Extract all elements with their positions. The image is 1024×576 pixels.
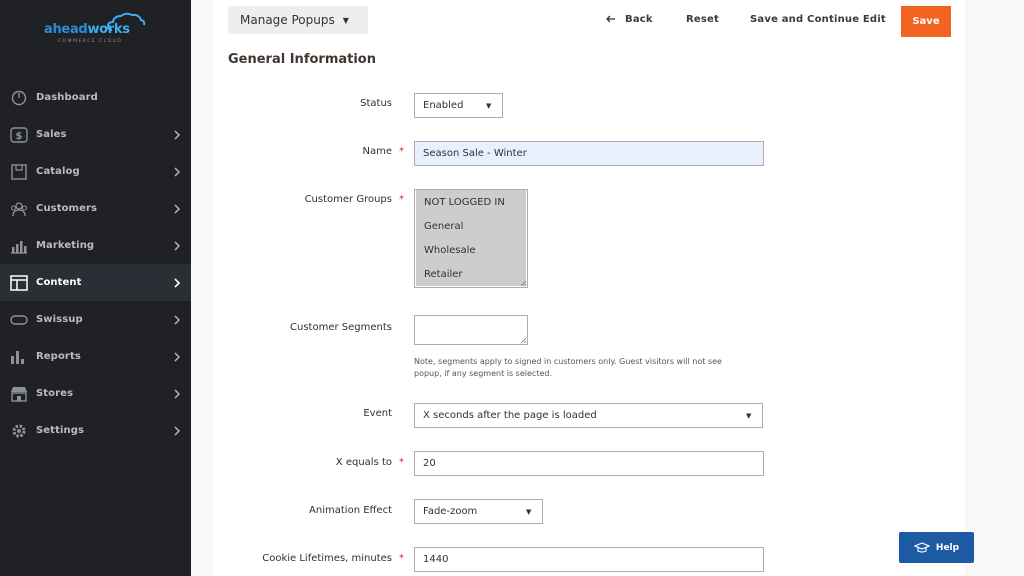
manage-popups-dropdown[interactable]: Manage Popups ▼	[228, 6, 368, 34]
customer-group-option[interactable]: Retailer	[416, 262, 526, 286]
dashboard-icon	[11, 90, 27, 106]
segments-note-line: Note, segments apply to signed in custom…	[414, 357, 722, 366]
cookie-lifetime-value: 1440	[423, 554, 449, 565]
chevron-right-icon	[174, 167, 180, 177]
gear-icon	[12, 424, 26, 438]
cookie-lifetime-input[interactable]: 1440	[414, 547, 764, 572]
arrow-left-icon	[606, 15, 615, 23]
x-equals-label: X equals to	[335, 457, 392, 468]
sidebar-nav: Dashboard $ Sales Catalog Customers Mark…	[0, 79, 191, 449]
status-label: Status	[360, 98, 392, 109]
animation-effect-value: Fade-zoom	[423, 506, 478, 517]
sidebar-item-label: Catalog	[36, 166, 80, 177]
svg-text:$: $	[15, 131, 22, 142]
sidebar-item-label: Stores	[36, 388, 74, 399]
animation-effect-select[interactable]: Fade-zoom ▼	[414, 499, 543, 524]
chevron-right-icon	[174, 241, 180, 251]
caret-down-icon: ▼	[342, 15, 349, 25]
event-value: X seconds after the page is loaded	[423, 410, 597, 421]
name-label: Name	[362, 146, 392, 157]
megaphone-icon	[11, 241, 27, 254]
required-marker: *	[399, 457, 404, 468]
name-value: Season Sale - Winter	[423, 148, 527, 159]
chevron-right-icon	[174, 315, 180, 325]
sidebar-item-customers[interactable]: Customers	[0, 190, 191, 227]
segments-note: Note, segments apply to signed in custom…	[414, 356, 769, 380]
pill-icon	[10, 315, 28, 325]
store-icon	[11, 387, 27, 402]
sidebar-item-catalog[interactable]: Catalog	[0, 153, 191, 190]
sidebar-item-label: Marketing	[36, 240, 95, 251]
chevron-right-icon	[174, 278, 181, 288]
sidebar-item-label: Settings	[36, 425, 85, 436]
status-select[interactable]: Enabled ▼	[414, 93, 503, 118]
status-value: Enabled	[423, 100, 464, 111]
sidebar-item-dashboard[interactable]: Dashboard	[0, 79, 191, 116]
sidebar-item-label: Reports	[36, 351, 81, 362]
required-marker: *	[399, 146, 404, 157]
event-label: Event	[363, 408, 392, 419]
section-title: General Information	[228, 52, 376, 67]
customer-groups-label: Customer Groups	[304, 194, 392, 205]
resize-handle-icon[interactable]	[520, 280, 527, 287]
sidebar-item-settings[interactable]: Settings	[0, 412, 191, 449]
sidebar-item-label: Sales	[36, 129, 67, 140]
customer-group-option[interactable]: NOT LOGGED IN	[416, 190, 526, 214]
help-button[interactable]: Help	[899, 532, 974, 563]
help-label: Help	[935, 542, 960, 553]
sidebar-item-label: Swissup	[36, 314, 83, 325]
sidebar-item-content[interactable]: Content	[0, 264, 191, 301]
sidebar-item-label: Customers	[36, 203, 98, 214]
animation-effect-label: Animation Effect	[309, 505, 392, 516]
resize-handle-icon[interactable]	[520, 337, 527, 344]
customer-segments-multiselect[interactable]	[414, 315, 528, 345]
logo-tagline: COMMERCE CLOUD	[58, 39, 123, 44]
aheadworks-logo[interactable]: aheadworks COMMERCE CLOUD	[44, 12, 148, 46]
required-marker: *	[399, 553, 404, 564]
caret-down-icon: ▼	[526, 508, 532, 516]
cookie-lifetime-label: Cookie Lifetimes, minutes	[262, 553, 392, 564]
back-button[interactable]: Back	[625, 14, 653, 25]
x-equals-input[interactable]: 20	[414, 451, 764, 476]
layout-icon	[10, 275, 28, 291]
save-button[interactable]: Save	[901, 6, 951, 37]
dollar-icon: $	[10, 127, 28, 143]
main-content: Manage Popups ▼ Back Reset Save and Cont…	[213, 0, 965, 576]
page-actions-toolbar: Manage Popups ▼ Back Reset Save and Cont…	[213, 0, 965, 44]
x-equals-value: 20	[423, 458, 436, 469]
graduation-cap-icon	[913, 541, 930, 553]
sidebar-item-reports[interactable]: Reports	[0, 338, 191, 375]
caret-down-icon: ▼	[486, 102, 492, 110]
save-and-continue-button[interactable]: Save and Continue Edit	[750, 14, 886, 25]
customer-groups-multiselect[interactable]: NOT LOGGED IN General Wholesale Retailer	[414, 189, 528, 288]
customer-segments-label: Customer Segments	[290, 322, 392, 333]
sidebar-item-swissup[interactable]: Swissup	[0, 301, 191, 338]
caret-down-icon: ▼	[746, 412, 752, 420]
users-icon	[11, 202, 27, 217]
logo-wordmark: aheadworks	[44, 22, 130, 37]
event-select[interactable]: X seconds after the page is loaded ▼	[414, 403, 763, 428]
sidebar-item-label: Dashboard	[36, 92, 98, 103]
sidebar-item-sales[interactable]: $ Sales	[0, 116, 191, 153]
sidebar-item-label: Content	[36, 277, 82, 288]
reset-button[interactable]: Reset	[686, 14, 719, 25]
customer-group-option[interactable]: General	[416, 214, 526, 238]
chevron-right-icon	[174, 130, 180, 140]
chevron-right-icon	[174, 204, 180, 214]
sidebar-item-marketing[interactable]: Marketing	[0, 227, 191, 264]
sidebar-item-stores[interactable]: Stores	[0, 375, 191, 412]
required-marker: *	[399, 194, 404, 205]
manage-popups-label: Manage Popups	[240, 13, 335, 27]
chevron-right-icon	[174, 389, 180, 399]
customer-group-option[interactable]: Wholesale	[416, 238, 526, 262]
chevron-right-icon	[174, 352, 180, 362]
box-icon	[11, 164, 27, 180]
admin-sidebar: aheadworks COMMERCE CLOUD Dashboard $ Sa…	[0, 0, 191, 576]
name-input[interactable]: Season Sale - Winter	[414, 141, 764, 166]
segments-note-line: popup, if any segment is selected.	[414, 369, 552, 378]
bar-chart-icon	[11, 351, 24, 364]
chevron-right-icon	[174, 426, 180, 436]
